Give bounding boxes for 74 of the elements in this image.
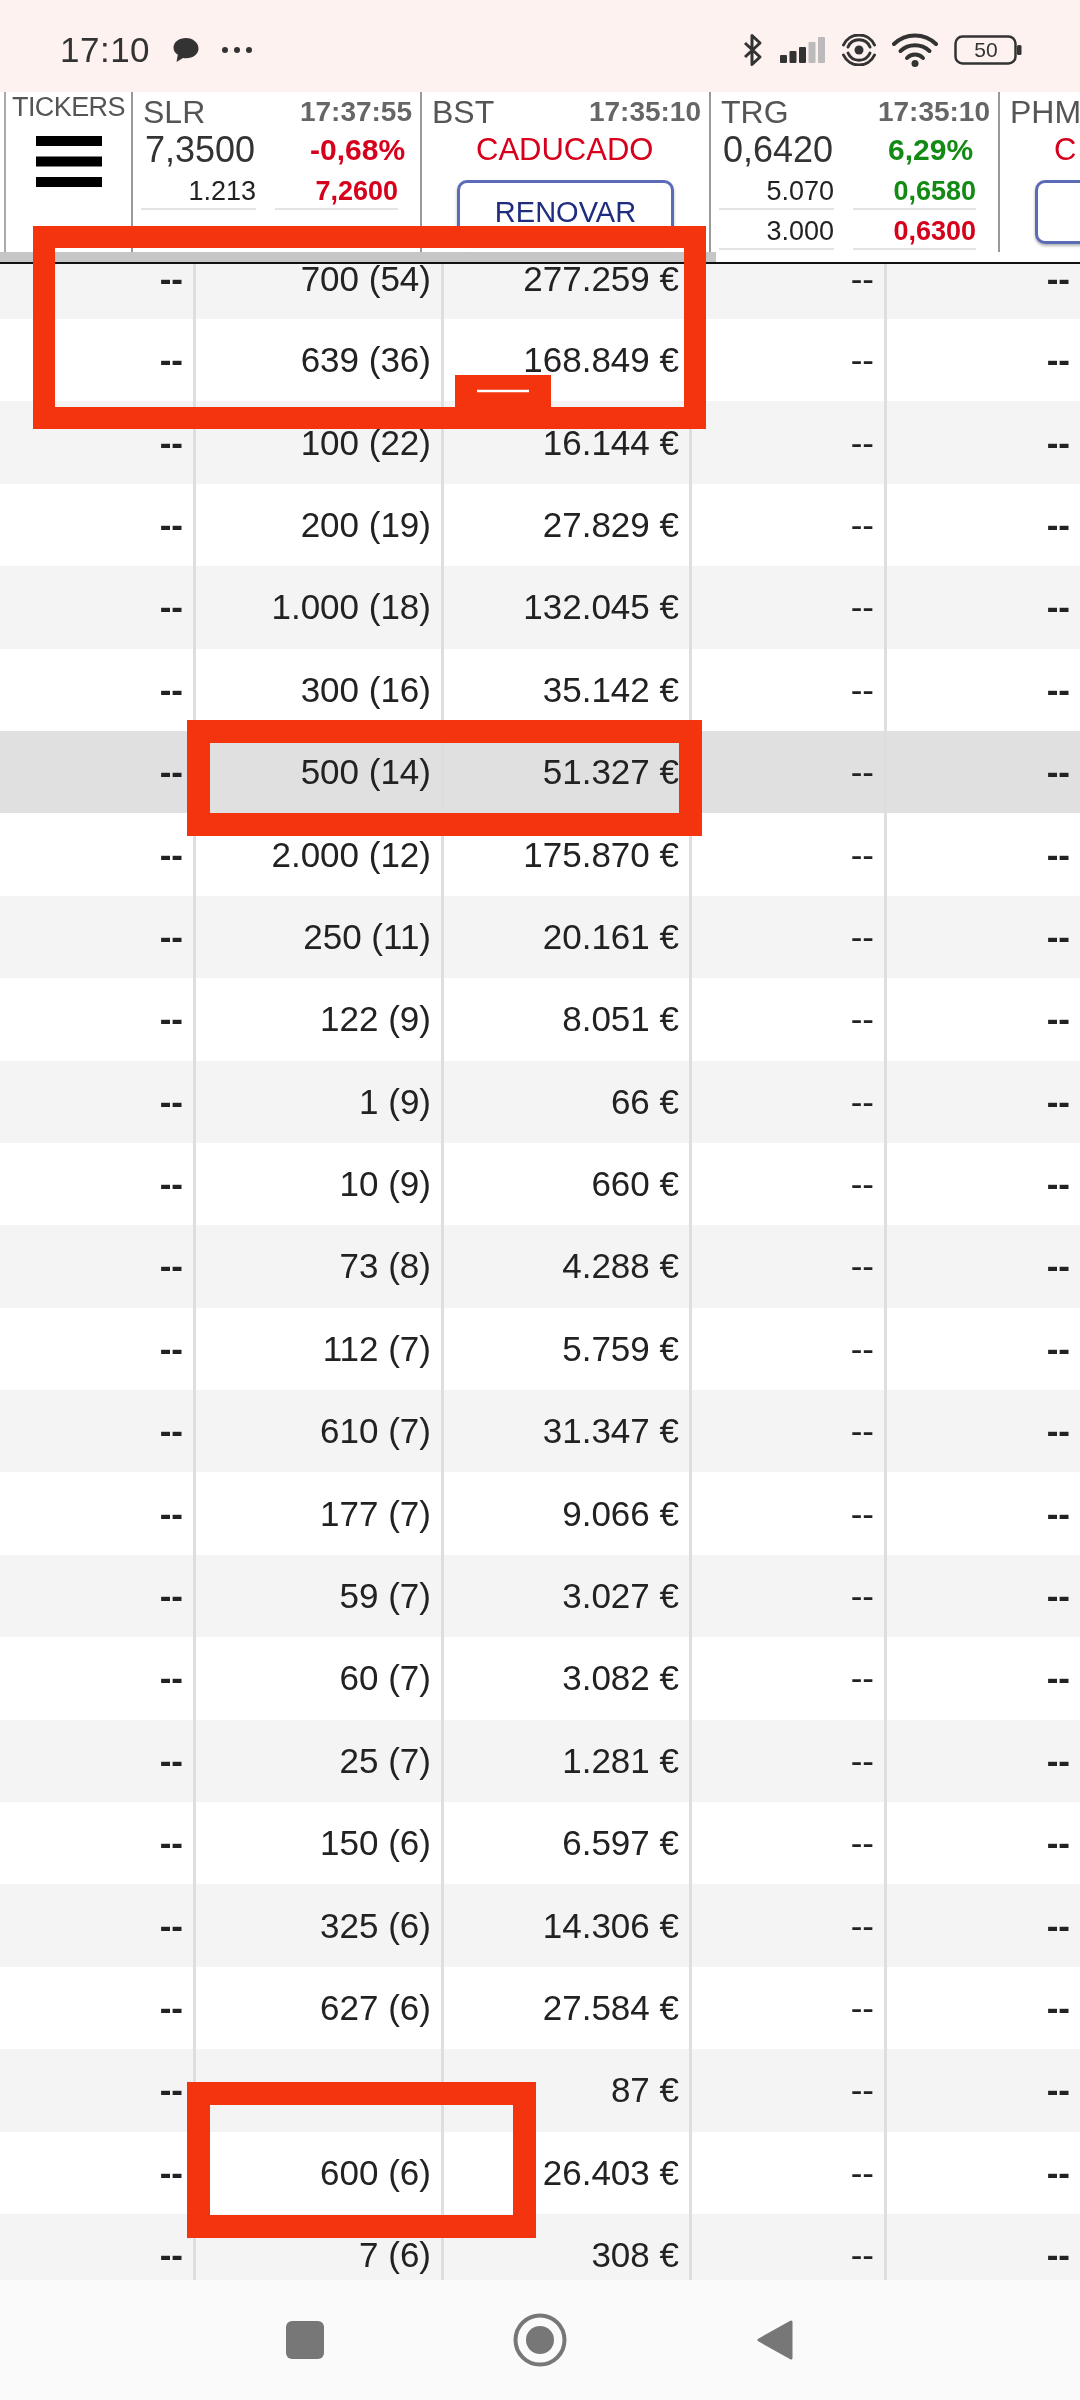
wifi-icon xyxy=(892,33,938,67)
table-cell-text: -- xyxy=(158,1327,184,1370)
chat-bubble-icon xyxy=(172,37,201,63)
level-price: 7,2600 xyxy=(275,174,398,210)
quote-time: 17:37:55 xyxy=(299,96,412,128)
ticker-card[interactable]: BST 17:35:10 CADUCADO RENOVAR xyxy=(422,92,711,252)
table-cell: 35.142 € xyxy=(441,648,689,731)
scrollbar-thumb[interactable] xyxy=(0,252,716,262)
table-cell-text: -- xyxy=(158,998,184,1041)
broadcast-icon xyxy=(842,34,876,66)
table-cell-text: -- xyxy=(158,751,184,794)
level-price: 0,6300 xyxy=(853,214,976,250)
table-cell-text: -- xyxy=(158,2151,184,2194)
table-row[interactable]: -- 73 (8) 4.288 € -- -- xyxy=(0,1225,1080,1308)
price-change: 6,29% xyxy=(888,133,974,167)
table-cell-text: -- xyxy=(158,339,184,382)
handle-icon xyxy=(455,375,551,408)
table-cell-text: -- xyxy=(158,264,184,300)
price-change: -0,68% xyxy=(310,133,406,167)
level-volume: 3.000 xyxy=(719,214,834,250)
table-row[interactable]: -- 250 (11) 20.161 € -- -- xyxy=(0,895,1080,979)
table-cell-text: -- xyxy=(158,1822,184,1865)
battery-icon xyxy=(954,35,1022,65)
last-price: 0,6420 xyxy=(723,129,834,171)
level-price: 0,6580 xyxy=(853,174,976,210)
table-row[interactable]: -- 1.000 (18) 132.045 € -- -- xyxy=(0,566,1080,649)
table-cell-text: -- xyxy=(158,1492,184,1535)
table-cell-text: -- xyxy=(158,421,184,464)
last-price: 7,3500 xyxy=(145,129,256,171)
table-cell-text: -- xyxy=(158,1987,184,2029)
home-icon[interactable] xyxy=(513,2313,567,2367)
table-row[interactable]: -- 700 (54) 277.259 € -- -- xyxy=(0,264,1080,319)
table-row[interactable]: -- 25 (7) 1.281 € -- -- xyxy=(0,1719,1080,1803)
ticker-symbol: TRG xyxy=(721,93,789,131)
table-row[interactable]: -- 325 (6) 14.306 € -- -- xyxy=(0,1884,1080,1967)
quote-time: 17:35:10 xyxy=(588,96,701,128)
table-row[interactable]: -- 87 € -- -- xyxy=(0,2049,1080,2132)
table-row[interactable]: -- 610 (7) 31.347 € -- -- xyxy=(0,1390,1080,1473)
ticker-symbol: SLR xyxy=(143,93,206,131)
more-dots-icon xyxy=(222,47,253,53)
table-row[interactable]: -- 1 (9) 66 € -- -- xyxy=(0,1060,1080,1143)
table-cell-text: -- xyxy=(158,1080,184,1123)
battery-percentage: 50 xyxy=(973,38,999,62)
table-cell-text: -- xyxy=(158,503,184,546)
expired-status: CADUCADO xyxy=(476,132,654,168)
ticker-card[interactable]: PHM C xyxy=(1000,92,1080,252)
table-cell-text: -- xyxy=(158,1904,184,1947)
table-cell-text: -- xyxy=(158,586,184,629)
quote-time: 17:35:10 xyxy=(877,96,990,128)
table-cell: 300 (16) xyxy=(193,648,441,731)
level-volume: 1.213 xyxy=(141,174,256,210)
table-cell-text: -- xyxy=(158,2234,184,2277)
table-cell-text: -- xyxy=(158,1657,184,1700)
table-row[interactable]: -- 59 (7) 3.027 € -- -- xyxy=(0,1554,1080,1638)
table-cell-text: -- xyxy=(158,668,184,711)
status-time: 17:10 xyxy=(60,30,151,70)
table-cell-text: -- xyxy=(158,833,184,876)
expired-status: C xyxy=(1054,132,1077,168)
ticker-symbol: PHM xyxy=(1010,93,1080,131)
table-cell-text: -- xyxy=(158,915,184,958)
tickers-label: TICKERS xyxy=(12,94,125,120)
ticker-symbol: BST xyxy=(432,93,495,131)
table-cell-text: -- xyxy=(158,1575,184,1618)
table-cell-text: -- xyxy=(158,1163,184,1206)
recent-apps-icon[interactable] xyxy=(286,2321,324,2359)
table-cell-text: -- xyxy=(158,2069,184,2112)
signal-bars-icon xyxy=(780,37,826,63)
level-volume: 5.070 xyxy=(719,174,834,210)
bluetooth-icon xyxy=(742,33,764,67)
table-cell-text: -- xyxy=(158,1739,184,1782)
table-cell-text: -- xyxy=(158,1410,184,1453)
back-icon[interactable] xyxy=(756,2319,794,2361)
menu-icon[interactable] xyxy=(35,136,102,187)
table-cell-text: -- xyxy=(158,1245,184,1288)
